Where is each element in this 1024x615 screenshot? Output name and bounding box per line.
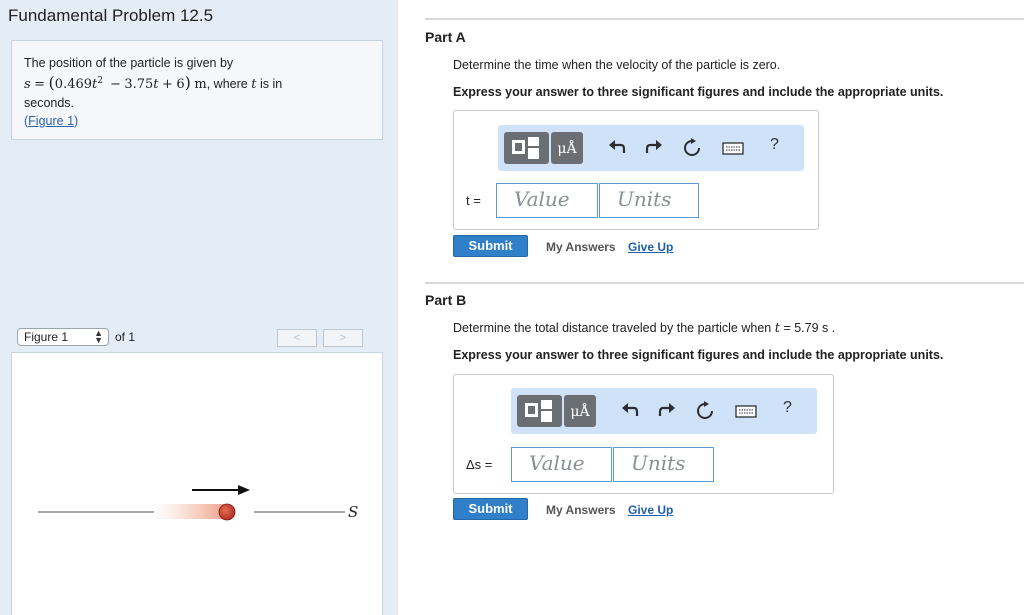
problem-statement: The position of the particle is given by… [11,40,383,140]
part-b-question: Determine the total distance traveled by… [453,321,835,336]
formula-t2: t [153,77,159,93]
part-b-question-var: t [774,321,780,336]
particle-ball [218,503,236,521]
formula-exp: 2 [97,76,103,86]
keyboard-icon[interactable] [722,137,744,159]
part-a-instruction: Express your answer to three significant… [453,85,944,99]
undo-icon[interactable] [619,400,641,422]
figure-header: Figure 1 ▲ ▼ of 1 < > [11,324,383,352]
formula-c3: 6 [176,77,185,93]
part-a-answer-box: μÅ ? t = Value Units [453,110,819,230]
part-a-title: Part A [425,29,466,45]
formula-t-in: is in [259,77,283,92]
questions-panel: Part A Determine the time when the veloc… [398,0,1024,615]
keyboard-icon[interactable] [735,400,757,422]
redo-icon[interactable] [643,137,665,159]
templates-button[interactable] [517,395,562,427]
help-button[interactable]: ? [770,136,779,154]
problem-intro: The position of the particle is given by [24,56,234,70]
part-b-divider [425,282,1024,284]
templates-icon [525,400,552,422]
part-b-submit-button[interactable]: Submit [453,498,528,520]
motion-trail [154,504,226,519]
figure-link[interactable]: Figure 1 [28,114,74,128]
figure-prev-button[interactable]: < [277,329,317,347]
formula-eq: = [34,77,46,93]
units-button[interactable]: μÅ [564,395,596,427]
redo-icon[interactable] [656,400,678,422]
part-b-variable-label: Δs = [466,457,493,472]
formula-plus: + [162,77,173,93]
figure-link-close: ) [74,114,79,129]
figure-panel: S [11,352,383,615]
problem-formula: s = (0.469t2 − 3.75t + 6) m, where t is … [24,72,370,94]
templates-button[interactable] [504,132,549,164]
figure-diagram: S [38,485,358,521]
figure-select-value: Figure 1 [24,330,69,344]
part-b-give-up-link[interactable]: Give Up [628,503,673,517]
formula-t3: t [251,77,257,93]
part-b-title: Part B [425,292,467,308]
formula-rparen: ) [184,73,191,93]
units-button[interactable]: μÅ [551,132,583,164]
part-a-my-answers[interactable]: My Answers [546,240,616,254]
velocity-arrowhead [238,485,250,495]
part-b-my-answers[interactable]: My Answers [546,503,616,517]
help-button[interactable]: ? [783,399,792,417]
part-b-question-suffix: = 5.79 s . [783,321,836,335]
part-b-toolbar: μÅ ? [511,388,817,434]
figure-next-button[interactable]: > [323,329,363,347]
undo-icon[interactable] [606,137,628,159]
part-a-variable-label: t = [466,193,481,208]
figure-select[interactable]: Figure 1 ▲ ▼ [17,328,109,346]
figure-link-line: (Figure 1) [24,112,370,130]
select-arrows-icon: ▲ ▼ [94,328,103,345]
formula-c2: 3.75 [124,77,154,93]
part-b-answer-box: μÅ ? Δs = Value Units [453,374,834,494]
part-a-toolbar: μÅ ? [498,125,804,171]
formula-minus: − [109,77,121,93]
formula-tail: , where [206,77,248,92]
reset-icon[interactable] [681,137,703,159]
part-a-units-input[interactable]: Units [599,183,699,218]
part-b-instruction: Express your answer to three significant… [453,348,944,362]
axis-label-s: S [348,503,358,521]
part-a-submit-button[interactable]: Submit [453,235,528,257]
part-a-question: Determine the time when the velocity of … [453,58,781,72]
formula-s: s [24,77,31,93]
part-b-value-input[interactable]: Value [511,447,612,482]
templates-icon [512,137,539,159]
formula-unit: m [194,77,207,93]
part-a-give-up-link[interactable]: Give Up [628,240,673,254]
problem-line3: seconds. [24,96,75,111]
problem-panel: Fundamental Problem 12.5 The position of… [0,0,398,615]
page-title: Fundamental Problem 12.5 [8,6,214,25]
part-b-question-prefix: Determine the total distance traveled by… [453,321,772,335]
formula-c1: 0.469 [54,77,93,93]
part-a-divider [425,18,1024,20]
reset-icon[interactable] [694,400,716,422]
part-a-value-input[interactable]: Value [496,183,598,218]
part-b-units-input[interactable]: Units [613,447,714,482]
figure-count: of 1 [115,330,136,344]
